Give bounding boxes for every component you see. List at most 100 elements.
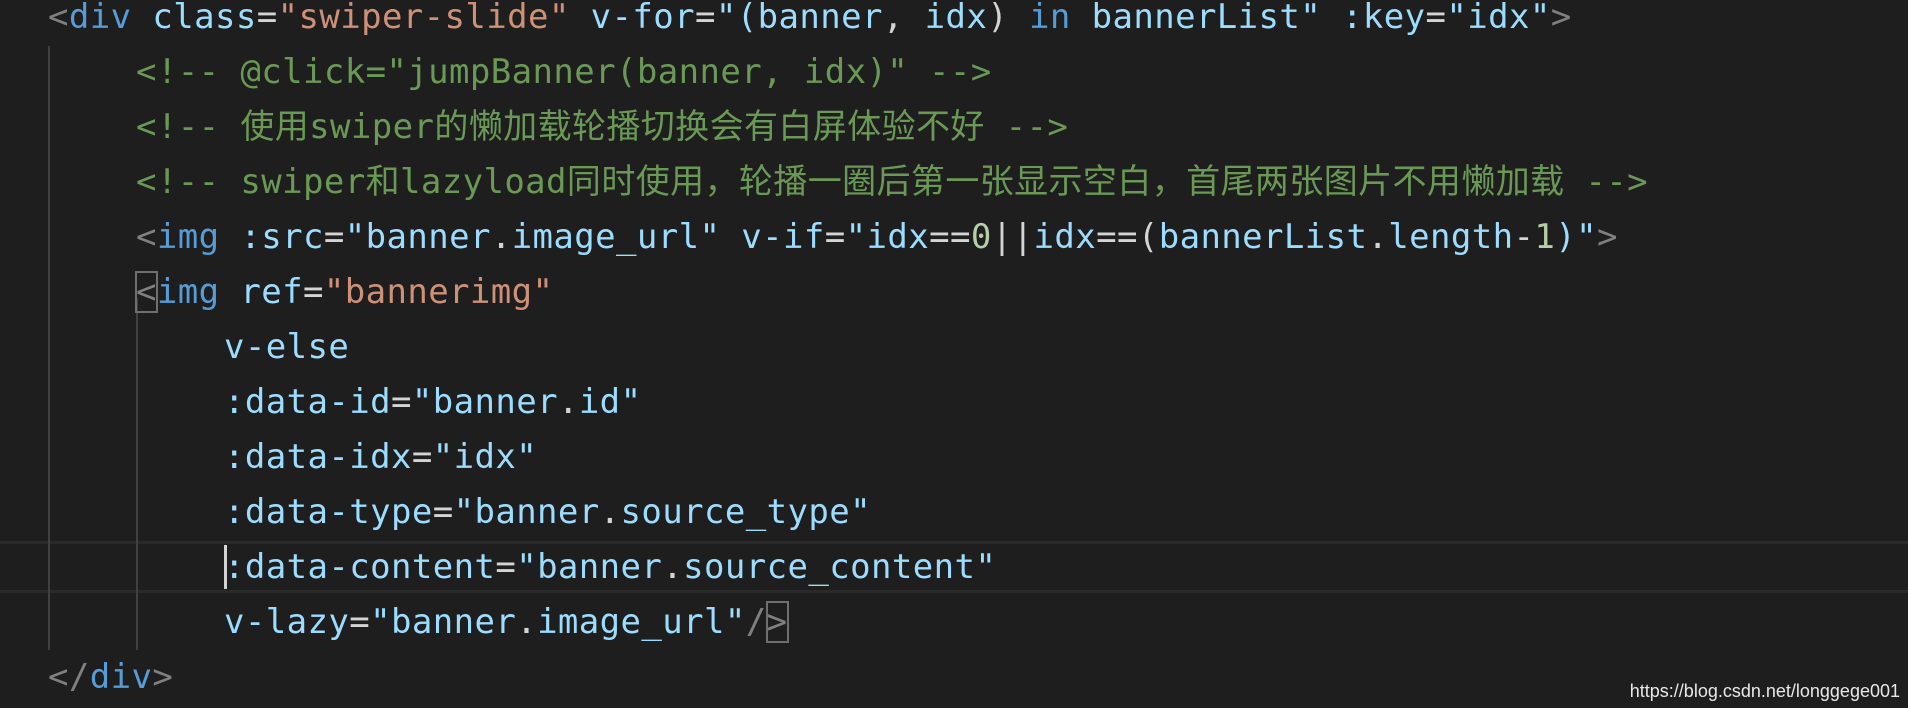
code-token: banner [757,0,883,37]
code-token: = [824,217,846,257]
code-token: " [1446,0,1468,37]
code-token: :key [1342,0,1426,37]
code-line[interactable]: :data-idx="idx" [224,430,537,485]
code-token: " [975,547,997,587]
code-token: . [662,547,684,587]
code-line[interactable]: :data-id="banner.id" [224,375,641,430]
code-token: v-lazy [224,602,350,642]
code-token: :data-idx [224,437,412,477]
text-caret [224,544,227,589]
code-token: "swiper-slide" [277,0,570,37]
code-token: < [135,271,158,313]
code-token: . [599,492,621,532]
watermark: https://blog.csdn.net/longgege001 [1629,681,1900,701]
code-line[interactable]: v-else [224,320,349,375]
code-token: :data-content [224,547,496,587]
code-line[interactable]: :data-content="banner.source_content" [224,540,996,595]
code-token: . [1367,217,1389,257]
code-token: > [1597,217,1618,257]
code-token: , [882,0,925,37]
code-token: " [344,217,366,257]
code-token: " [411,382,433,422]
code-token: banner [365,217,491,257]
code-token: " [432,437,454,477]
code-token: in [1028,0,1071,37]
code-token: v-else [224,327,350,367]
indent-guide [48,46,50,650]
code-token: img [156,217,220,257]
code-token: > [1550,0,1572,37]
code-token: " [699,217,721,257]
code-token: = [1425,0,1447,37]
code-token: <!-- swiper和lazyload同时使用，轮播一圈后第一张显示空白，首尾… [136,162,1649,202]
code-token: ==( [1096,217,1159,257]
code-token: v-for [590,0,696,37]
code-token: . [516,602,538,642]
code-token: image_url [537,602,725,642]
code-line[interactable]: :data-type="banner.source_type" [224,485,871,540]
code-token: " [620,382,642,422]
code-editor[interactable]: <div class="swiper-slide" v-for="(banner… [0,0,1908,708]
code-token: " [845,217,867,257]
code-token: idx [1033,217,1097,257]
code-token: " [453,492,475,532]
code-token: id [578,382,621,422]
code-token: = [302,272,324,312]
code-token: " [370,602,391,642]
code-line[interactable]: <!-- @click="jumpBanner(banner, idx)" --… [136,45,992,100]
code-token: " [1529,0,1551,37]
code-token: < [48,0,69,37]
code-token: "( [715,0,758,37]
code-token: img [156,272,220,312]
code-line[interactable]: </div> [48,650,173,705]
code-token: < [136,217,157,257]
code-line[interactable]: v-lazy="banner.image_url"/> [224,595,789,650]
code-token: banner [432,382,558,422]
code-token: = [256,0,278,37]
code-token: :data-id [224,382,391,422]
code-token: <!-- @click="jumpBanner(banner, idx)" --… [136,52,992,92]
code-token: length [1388,217,1514,257]
code-line[interactable]: <!-- 使用swiper的懒加载轮播切换会有白屏体验不好 --> [136,100,1068,155]
code-token: banner [390,602,517,642]
code-token: idx [866,217,930,257]
code-token: " [1300,0,1322,37]
code-token: = [349,602,371,642]
code-token: = [390,382,412,422]
code-token: idx [1467,0,1530,37]
code-token: " [724,602,746,642]
code-token: class [152,0,257,37]
code-token: 0 [970,217,992,257]
code-token: 1 [1534,217,1556,257]
code-token: . [557,382,579,422]
code-line[interactable]: <img :src="banner.image_url" v-if="idx==… [136,210,1618,265]
indent-guide [136,298,138,650]
code-token: = [495,547,517,587]
code-line[interactable]: <div class="swiper-slide" v-for="(banner… [48,0,1572,45]
code-token: source_content [683,547,976,587]
code-token: )" [1555,217,1597,257]
code-token: = [411,437,433,477]
code-token: v-if [741,217,825,257]
code-token: </ [48,657,90,697]
code-token: == [929,217,971,257]
code-line[interactable]: <!-- swiper和lazyload同时使用，轮播一圈后第一张显示空白，首尾… [136,155,1648,210]
code-line[interactable]: <img ref="bannerimg" [135,265,553,320]
code-token: " [516,437,538,477]
code-token: div [89,657,153,697]
code-token: = [432,492,454,532]
code-token: > [765,601,789,643]
code-token: bannerList [1158,217,1368,257]
code-token: " [516,547,538,587]
code-token: :data-type [224,492,433,532]
code-token: idx [453,437,517,477]
code-token: > [152,657,174,697]
code-token: source_type [620,492,851,532]
code-token: idx [924,0,988,37]
code-token: ) [987,0,1029,37]
code-token: image_url [511,217,700,257]
